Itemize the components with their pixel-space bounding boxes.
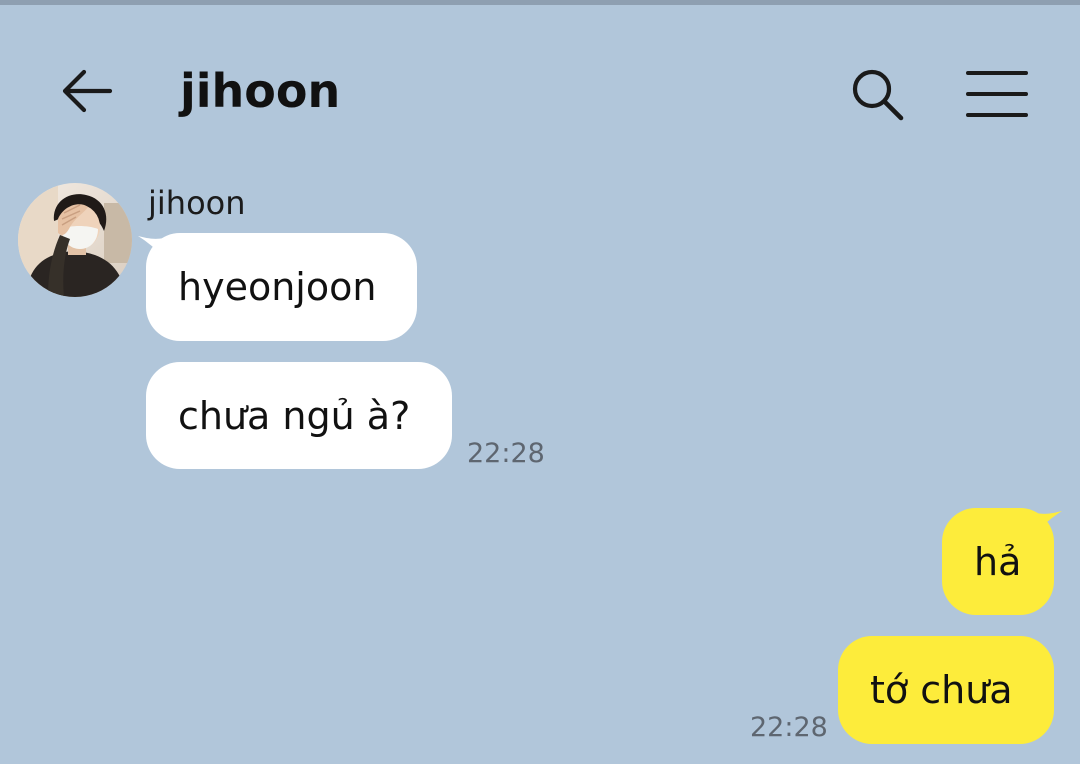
back-button[interactable]	[50, 60, 124, 122]
outgoing-bubble-tail	[1036, 511, 1062, 531]
arrow-left-icon	[62, 69, 113, 113]
chat-header: jihoon	[0, 5, 1080, 165]
message-text: hyeonjoon	[178, 265, 377, 309]
contact-avatar[interactable]	[18, 183, 132, 297]
message-text: tớ chưa	[870, 668, 1013, 712]
incoming-message-bubble[interactable]: hyeonjoon	[146, 233, 417, 341]
message-text: hả	[974, 539, 1022, 584]
avatar-photo	[18, 183, 132, 297]
sender-name: jihoon	[148, 184, 246, 222]
message-timestamp: 22:28	[750, 712, 828, 743]
message-text: chưa ngủ à?	[178, 393, 411, 438]
message-timestamp: 22:28	[467, 438, 545, 469]
outgoing-message-bubble[interactable]: tớ chưa	[838, 636, 1054, 744]
search-icon	[852, 69, 904, 121]
chat-title: jihoon	[180, 64, 341, 118]
menu-button[interactable]	[960, 61, 1034, 127]
hamburger-menu-icon	[966, 71, 1028, 117]
incoming-message-bubble[interactable]: chưa ngủ à?	[146, 362, 452, 469]
search-button[interactable]	[844, 61, 910, 127]
